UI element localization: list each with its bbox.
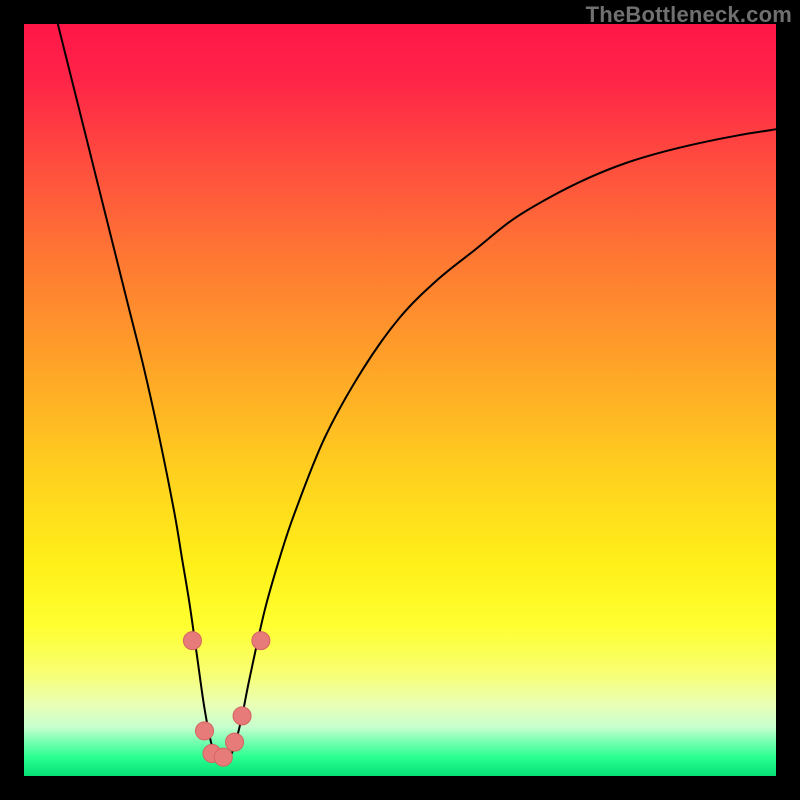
data-marker — [195, 722, 213, 740]
data-marker — [226, 733, 244, 751]
chart-frame — [24, 24, 776, 776]
chart-canvas — [24, 24, 776, 776]
watermark-text: TheBottleneck.com — [586, 2, 792, 28]
gradient-background — [24, 24, 776, 776]
data-marker — [233, 707, 251, 725]
data-marker — [252, 632, 270, 650]
data-marker — [214, 748, 232, 766]
data-marker — [183, 632, 201, 650]
